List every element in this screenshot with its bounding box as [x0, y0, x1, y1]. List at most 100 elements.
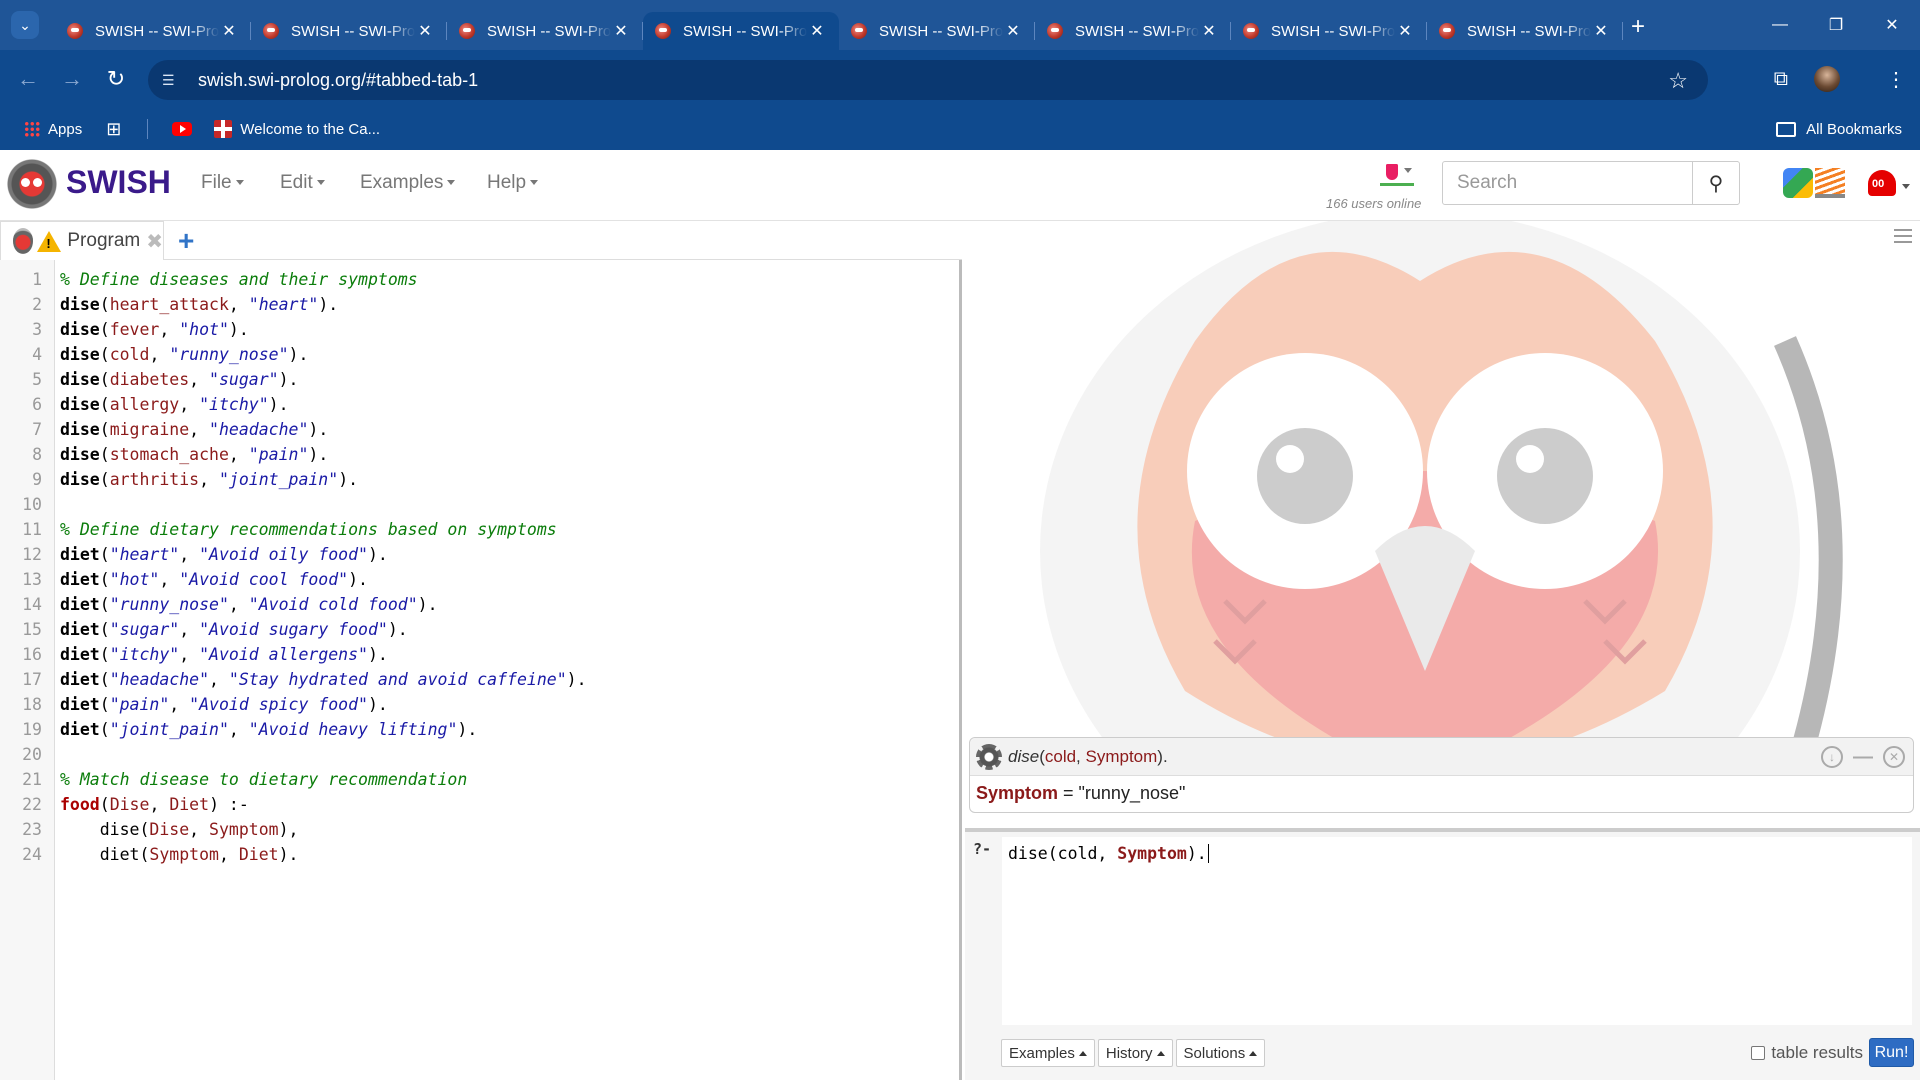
browser-tab[interactable]: SWISH -- SWI-Prolog for SHaring✕	[1427, 12, 1623, 50]
code-line[interactable]: 19 diet("joint_pain", "Avoid heavy liftin…	[0, 717, 960, 742]
code-line[interactable]: 18 diet("pain", "Avoid spicy food").	[0, 692, 960, 717]
swish-favicon-icon	[1047, 23, 1063, 39]
code-token: ).	[308, 445, 329, 464]
code-line[interactable]: 21 % Match disease to dietary recommendat…	[0, 767, 960, 792]
code-line[interactable]: 2 dise(heart_attack, "heart").	[0, 292, 960, 317]
menu-file[interactable]: File	[201, 172, 244, 194]
minimize-icon[interactable]: —	[1853, 746, 1873, 769]
close-icon[interactable]: ✖	[146, 229, 163, 254]
history-dropdown-button[interactable]: History	[1097, 1039, 1173, 1067]
code-line[interactable]: 16 diet("itchy", "Avoid allergens").	[0, 642, 960, 667]
reload-icon[interactable]: ↻	[94, 66, 138, 92]
restore-icon[interactable]: ❐	[1808, 0, 1864, 50]
forward-arrow-icon[interactable]: →	[50, 66, 94, 92]
download-icon[interactable]: ↓	[1821, 746, 1843, 768]
close-tab-icon[interactable]: ✕	[1395, 21, 1415, 41]
browser-tabs: SWISH -- SWI-Prolog for SHaring✕SWISH --…	[55, 0, 1623, 50]
browser-tab[interactable]: SWISH -- SWI-Prolog for SHaring✕	[643, 12, 839, 50]
bookmark-tab-groups[interactable]: ⊞	[106, 119, 129, 140]
back-arrow-icon[interactable]: ←	[6, 66, 50, 92]
table-results-toggle[interactable]: table results	[1751, 1043, 1863, 1063]
code-line[interactable]: 20	[0, 742, 960, 767]
apps-grid-icon	[24, 121, 40, 137]
profile-avatar[interactable]	[1814, 66, 1840, 92]
menu-edit[interactable]: Edit	[280, 172, 325, 194]
search-button[interactable]: ⚲	[1692, 161, 1740, 205]
code-line[interactable]: 12 diet("heart", "Avoid oily food").	[0, 542, 960, 567]
browser-tab[interactable]: SWISH -- SWI-Prolog for SHaring✕	[251, 12, 447, 50]
examples-dropdown-button[interactable]: Examples	[1001, 1039, 1095, 1067]
close-tab-icon[interactable]: ✕	[415, 21, 435, 41]
kebab-menu-icon[interactable]: ⋮	[1886, 67, 1906, 92]
tab-search-button[interactable]: ⌄	[11, 11, 39, 39]
code-line[interactable]: 4 dise(cold, "runny_nose").	[0, 342, 960, 367]
site-settings-icon[interactable]: ☰	[162, 72, 184, 89]
menu-examples[interactable]: Examples	[360, 172, 455, 194]
code-line[interactable]: 14 diet("runny_nose", "Avoid cold food").	[0, 592, 960, 617]
code-line[interactable]: 17 diet("headache", "Stay hydrated and av…	[0, 667, 960, 692]
close-tab-icon[interactable]: ✕	[807, 21, 827, 41]
menu-help[interactable]: Help	[487, 172, 538, 194]
browser-tab[interactable]: SWISH -- SWI-Prolog for SHaring✕	[55, 12, 251, 50]
stackoverflow-icon[interactable]	[1815, 168, 1845, 198]
query-editor[interactable]: dise(cold, Symptom).	[1002, 837, 1912, 1025]
code-token: cold	[109, 345, 150, 364]
bookmark-youtube[interactable]	[172, 122, 200, 136]
code-line[interactable]: 3 dise(fever, "hot").	[0, 317, 960, 342]
hamburger-menu-icon[interactable]	[1894, 229, 1912, 243]
code-line[interactable]: 15 diet("sugar", "Avoid sugary food").	[0, 617, 960, 642]
online-users-count: 166 users online	[1326, 196, 1422, 211]
close-tab-icon[interactable]: ✕	[1199, 21, 1219, 41]
code-line[interactable]: 6 dise(allergy, "itchy").	[0, 392, 960, 417]
close-tab-icon[interactable]: ✕	[1591, 21, 1611, 41]
code-token: stomach_ache	[109, 445, 229, 464]
brand-title[interactable]: SWISH	[66, 164, 171, 201]
close-tab-icon[interactable]: ✕	[1003, 21, 1023, 41]
code-line[interactable]: 9 dise(arthritis, "joint_pain").	[0, 467, 960, 492]
bookmark-apps[interactable]: Apps	[24, 121, 82, 138]
browser-tab[interactable]: SWISH -- SWI-Prolog for SHaring✕	[1231, 12, 1427, 50]
code-line[interactable]: 11 % Define dietary recommendations based…	[0, 517, 960, 542]
address-bar[interactable]: ☰ swish.swi-prolog.org/#tabbed-tab-1 ☆	[148, 60, 1708, 100]
chevron-down-icon[interactable]	[1902, 184, 1910, 189]
browser-tab-title: SWISH -- SWI-Prolog for SHaring	[1075, 22, 1199, 40]
close-tab-icon[interactable]: ✕	[219, 21, 239, 41]
online-users-icon[interactable]	[1380, 162, 1414, 186]
close-window-icon[interactable]: ✕	[1864, 0, 1920, 50]
code-token: "Avoid cold food"	[248, 595, 418, 614]
new-tab-button[interactable]: +	[1631, 13, 1645, 41]
code-line[interactable]: 7 dise(migraine, "headache").	[0, 417, 960, 442]
browser-tab[interactable]: SWISH -- SWI-Prolog for SHaring✕	[1035, 12, 1231, 50]
code-line[interactable]: 22 food(Dise, Diet) :-	[0, 792, 960, 817]
code-token: "hot"	[179, 320, 229, 339]
extensions-icon[interactable]: ⧉	[1774, 68, 1788, 91]
run-button[interactable]: Run!	[1869, 1038, 1914, 1067]
code-token: dise	[60, 295, 100, 314]
code-editor[interactable]: 1 % Define diseases and their symptoms 2 di…	[0, 267, 960, 867]
bookmark-star-icon[interactable]: ☆	[1668, 68, 1688, 94]
code-line[interactable]: 1 % Define diseases and their symptoms	[0, 267, 960, 292]
browser-tab[interactable]: SWISH -- SWI-Prolog for SHaring✕	[839, 12, 1035, 50]
code-line[interactable]: 23 dise(Dise, Symptom),	[0, 817, 960, 842]
table-results-checkbox[interactable]	[1751, 1046, 1766, 1060]
code-line[interactable]: 24 diet(Symptom, Diet).	[0, 842, 960, 867]
browser-tab[interactable]: SWISH -- SWI-Prolog for SHaring✕	[447, 12, 643, 50]
minimize-icon[interactable]: —	[1752, 0, 1808, 50]
code-line[interactable]: 8 dise(stomach_ache, "pain").	[0, 442, 960, 467]
solutions-dropdown-button[interactable]: Solutions	[1175, 1039, 1266, 1067]
bookmark-welcome[interactable]: Welcome to the Ca...	[214, 120, 380, 138]
google-login-icon[interactable]	[1783, 168, 1813, 198]
code-token: dise(	[60, 820, 150, 839]
tab-program[interactable]: Program ✖	[0, 221, 164, 260]
query-prompt: ?-	[973, 840, 992, 858]
code-line[interactable]: 13 diet("hot", "Avoid cool food").	[0, 567, 960, 592]
close-icon[interactable]: ✕	[1883, 746, 1905, 768]
add-tab-button[interactable]: +	[178, 225, 194, 257]
close-tab-icon[interactable]: ✕	[611, 21, 631, 41]
swish-owl-logo-icon[interactable]	[6, 158, 58, 210]
code-line[interactable]: 10	[0, 492, 960, 517]
code-line[interactable]: 5 dise(diabetes, "sugar").	[0, 367, 960, 392]
table-results-label: table results	[1771, 1043, 1863, 1062]
all-bookmarks-button[interactable]: All Bookmarks	[1776, 121, 1902, 138]
code-token: diet	[60, 720, 100, 739]
